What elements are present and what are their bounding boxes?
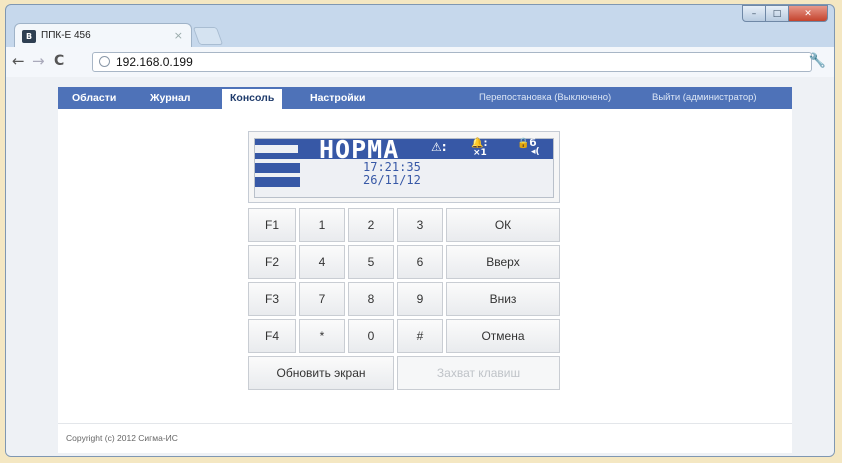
lcd-panel: НОРМА ⚠: 🔔: ×1 🔒б ◂( 17:21:35 26/11/12	[248, 131, 560, 203]
key-6[interactable]: 6	[397, 245, 443, 279]
key-0[interactable]: 0	[348, 319, 394, 353]
lcd-zone-gap	[255, 145, 298, 153]
close-window-button[interactable]: ✕	[788, 5, 828, 22]
refresh-screen-button[interactable]: Обновить экран	[248, 356, 394, 390]
key-cancel[interactable]: Отмена	[446, 319, 560, 353]
new-tab-button[interactable]	[192, 27, 224, 45]
browser-tab[interactable]: В ППК-Е 456 ×	[14, 23, 192, 49]
key-f4[interactable]: F4	[248, 319, 296, 353]
key-f1[interactable]: F1	[248, 208, 296, 242]
lcd-date: 26/11/12	[363, 173, 421, 187]
lcd-zone-bar	[255, 177, 300, 187]
menu-settings[interactable]: Настройки	[310, 92, 365, 104]
footer-divider	[58, 423, 792, 424]
maximize-button[interactable]: □	[765, 5, 789, 22]
count-label: ×1	[473, 148, 487, 158]
url-text: 192.168.0.199	[116, 55, 193, 69]
sound-icon: ◂(	[531, 147, 540, 157]
key-ok[interactable]: ОК	[446, 208, 560, 242]
tab-close-icon[interactable]: ×	[174, 29, 183, 42]
wrench-icon[interactable]: 🔧	[809, 53, 826, 69]
copyright-text: Copyright (c) 2012 Сигма-ИС	[66, 433, 178, 443]
address-bar[interactable]: 192.168.0.199	[92, 52, 812, 72]
lcd-time: 17:21:35	[363, 160, 421, 174]
key-1[interactable]: 1	[299, 208, 345, 242]
browser-content: Области Журнал Консоль Настройки Перепос…	[6, 77, 834, 456]
lcd-display: НОРМА ⚠: 🔔: ×1 🔒б ◂( 17:21:35 26/11/12	[254, 135, 554, 198]
key-7[interactable]: 7	[299, 282, 345, 316]
key-8[interactable]: 8	[348, 282, 394, 316]
rearm-link[interactable]: Перепостановка (Выключено)	[479, 92, 611, 103]
title-bar: В ППК-Е 456 × – □ ✕	[6, 5, 834, 49]
menu-journal[interactable]: Журнал	[150, 92, 190, 104]
minimize-button[interactable]: –	[742, 5, 766, 22]
key-3[interactable]: 3	[397, 208, 443, 242]
key-star[interactable]: *	[299, 319, 345, 353]
tab-title: ППК-Е 456	[41, 30, 91, 41]
browser-window: В ППК-Е 456 × – □ ✕ ← → C 192.168.0.199 …	[5, 4, 835, 457]
menu-areas[interactable]: Области	[72, 92, 116, 104]
key-down[interactable]: Вниз	[446, 282, 560, 316]
key-5[interactable]: 5	[348, 245, 394, 279]
reload-icon[interactable]: C	[54, 53, 64, 70]
key-up[interactable]: Вверх	[446, 245, 560, 279]
alarm-icon: ⚠:	[431, 140, 447, 154]
key-2[interactable]: 2	[348, 208, 394, 242]
main-menu: Области Журнал Консоль Настройки Перепос…	[58, 87, 792, 109]
key-9[interactable]: 9	[397, 282, 443, 316]
forward-icon[interactable]: →	[32, 53, 45, 70]
menu-console[interactable]: Консоль	[222, 89, 283, 109]
window-controls: – □ ✕	[742, 5, 828, 23]
logout-link[interactable]: Выйти (администратор)	[652, 92, 757, 103]
key-f2[interactable]: F2	[248, 245, 296, 279]
back-icon[interactable]: ←	[12, 53, 25, 70]
page-info-icon[interactable]	[99, 56, 110, 67]
key-hash[interactable]: #	[397, 319, 443, 353]
favicon-icon: В	[22, 30, 36, 43]
capture-keys-button[interactable]: Захват клавиш	[397, 356, 560, 390]
browser-toolbar: ← → C 192.168.0.199 🔧	[6, 47, 834, 78]
key-f3[interactable]: F3	[248, 282, 296, 316]
lcd-zone-bar	[255, 163, 300, 173]
key-4[interactable]: 4	[299, 245, 345, 279]
web-page: Области Журнал Консоль Настройки Перепос…	[58, 87, 792, 453]
lcd-status-band	[255, 139, 553, 159]
